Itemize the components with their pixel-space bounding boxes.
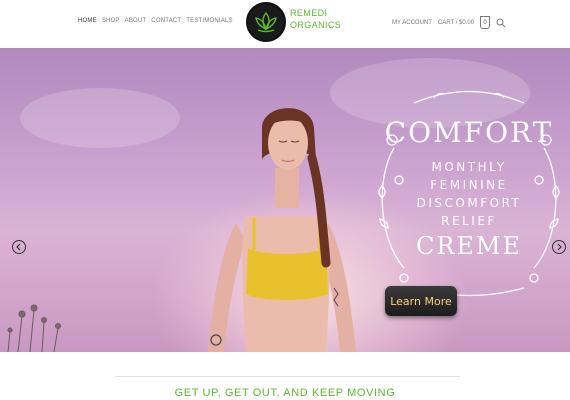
slider-prev-button[interactable] — [12, 240, 26, 254]
cart-count-badge[interactable]: 0 — [480, 16, 491, 29]
logo-wordmark[interactable]: REMEDI ORGANICS — [290, 7, 342, 31]
cart-link[interactable]: CART / $0.00 — [438, 20, 474, 26]
logo-line-1: REMEDI — [290, 8, 328, 18]
primary-nav: HOME SHOP ABOUT CONTACT TESTIMONIALS — [78, 18, 233, 24]
promo-line-1: MONTHLY — [431, 160, 507, 174]
promo-line-2: FEMININE — [430, 178, 508, 192]
site-header: HOME SHOP ABOUT CONTACT TESTIMONIALS REM… — [0, 0, 570, 48]
promo-line-4: RELIEF — [441, 214, 497, 228]
search-icon[interactable] — [496, 18, 506, 28]
promo-title: COMFORT — [384, 116, 554, 149]
nav-testimonials[interactable]: TESTIMONIALS — [186, 18, 232, 24]
promo-badge: COMFORT MONTHLY FEMININE DISCOMFORT RELI… — [374, 88, 564, 298]
nav-home[interactable]: HOME — [78, 18, 97, 24]
slider-next-button[interactable] — [552, 240, 566, 254]
nav-about[interactable]: ABOUT — [125, 18, 147, 24]
promo-line-3: DISCOMFORT — [416, 196, 522, 210]
my-account-link[interactable]: MY ACCOUNT — [392, 20, 432, 26]
section-tagline: GET UP, GET OUT, AND KEEP MOVING — [174, 387, 396, 399]
nav-shop[interactable]: SHOP — [102, 18, 120, 24]
logo-mark[interactable] — [246, 2, 286, 42]
lotus-icon — [255, 11, 277, 33]
account-nav: MY ACCOUNT CART / $0.00 0 — [392, 16, 506, 29]
grass-silhouette — [7, 304, 61, 352]
chevron-right-icon — [557, 243, 562, 251]
section-divider — [115, 376, 460, 377]
learn-more-button[interactable]: Learn More — [385, 286, 457, 316]
hero-slider: COMFORT MONTHLY FEMININE DISCOMFORT RELI… — [0, 48, 570, 352]
nav-contact[interactable]: CONTACT — [151, 18, 181, 24]
promo-product: CREME — [415, 232, 523, 260]
logo-line-2: ORGANICS — [290, 20, 342, 30]
chevron-left-icon — [16, 243, 21, 251]
